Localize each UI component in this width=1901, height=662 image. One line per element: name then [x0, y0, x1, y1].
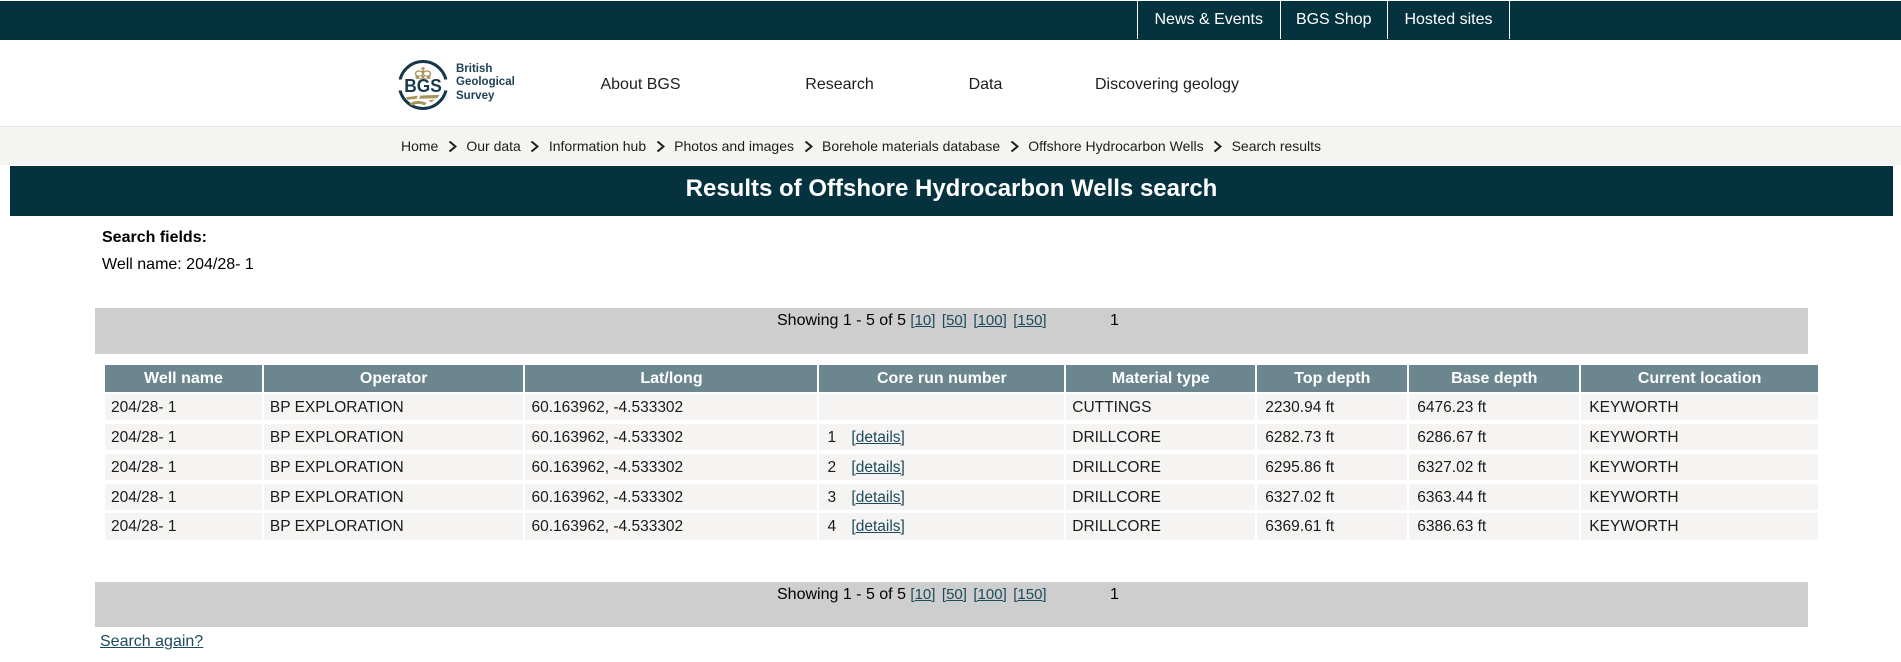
svg-text:BGS: BGS [404, 76, 442, 96]
